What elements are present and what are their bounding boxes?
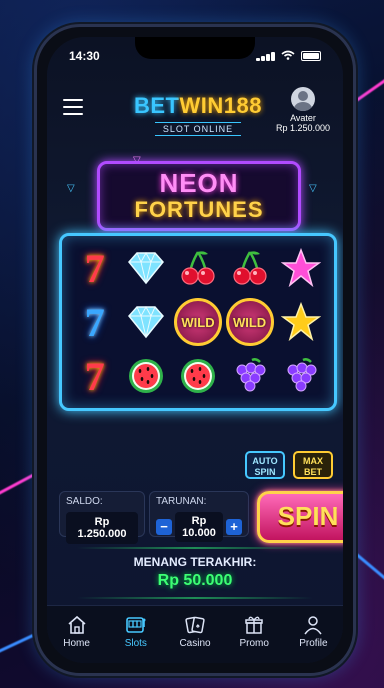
nav-label: Slots [124, 638, 147, 649]
decrease-bet-button[interactable]: − [156, 519, 172, 535]
nav-profile[interactable]: Profile [284, 606, 343, 663]
balance-label: SALDO: [66, 496, 103, 507]
seven-blue-symbol: 7 [70, 296, 120, 348]
notch [135, 37, 255, 59]
diamond-icon [122, 242, 172, 294]
wifi-icon [281, 49, 295, 63]
triangle-icon: ▽ [309, 183, 317, 194]
seven-red-symbol: 7 [70, 242, 120, 294]
watermelon-icon [122, 350, 172, 402]
auto-spin-button[interactable]: AUTO SPIN [245, 451, 285, 479]
cards-icon: ♠ [165, 614, 224, 636]
reels-frame: 7 7 WILD WILD 7 [59, 233, 337, 411]
last-win-label: MENANG TERAKHIR: [133, 555, 257, 569]
bottom-nav: Home Slots ♠ Casino Promo Profile [47, 605, 343, 663]
watermelon-icon [173, 350, 223, 402]
app-header: BETWIN188 SLOT ONLINE Avater Rp 1.250.00… [47, 81, 343, 151]
nav-label: Home [63, 638, 90, 649]
grapes-icon [225, 350, 275, 402]
brand-logo: BETWIN188 SLOT ONLINE [134, 93, 262, 136]
game-title-line1: NEON [159, 168, 239, 198]
user-name: Avater [290, 113, 316, 123]
nav-promo[interactable]: Promo [225, 606, 284, 663]
controls-panel: AUTO SPIN MAX BET SALDO: Rp 1.250.000 TA… [47, 451, 343, 571]
last-win: MENANG TERAKHIR: Rp 50.000 [47, 555, 343, 590]
grapes-icon [276, 350, 326, 402]
wild-badge: WILD [225, 298, 274, 346]
wild-symbol: WILD [225, 296, 275, 348]
avatar[interactable] [291, 87, 315, 111]
bet-box: TARUNAN: − Rp 10.000 + [149, 491, 249, 542]
nav-label: Casino [179, 638, 211, 649]
battery-icon [301, 51, 321, 61]
svg-text:♠: ♠ [196, 623, 200, 630]
seven-icon: 7 [84, 353, 105, 399]
cherry-icon [173, 242, 223, 294]
menu-icon[interactable] [63, 99, 83, 115]
wild-badge: WILD [173, 298, 222, 346]
user-profile[interactable]: Avater Rp 1.250.000 [267, 87, 339, 133]
divider [77, 547, 313, 549]
slot-game: ▽ ▽ ▽ NEON FORTUNES 77WILDWILD7 [47, 153, 343, 443]
star-pink-icon [276, 242, 326, 294]
user-icon [284, 614, 343, 636]
balance-box: SALDO: Rp 1.250.000 [59, 491, 145, 544]
wild-symbol: WILD [173, 296, 223, 348]
clock: 14:30 [69, 49, 100, 63]
seven-icon: 7 [84, 299, 105, 345]
home-icon [47, 614, 106, 636]
gift-icon [225, 614, 284, 636]
nav-slots[interactable]: Slots [106, 606, 165, 663]
balance-value: Rp 1.250.000 [66, 512, 138, 544]
reels-grid: 7 7 WILD WILD 7 [70, 242, 326, 402]
seven-red-symbol: 7 [70, 350, 120, 402]
cherry-icon [225, 242, 275, 294]
brand-subtitle: SLOT ONLINE [154, 122, 242, 136]
nav-casino[interactable]: ♠ Casino [165, 606, 224, 663]
nav-home[interactable]: Home [47, 606, 106, 663]
user-balance: Rp 1.250.000 [275, 123, 331, 133]
last-win-value: Rp 50.000 [157, 572, 233, 589]
increase-bet-button[interactable]: + [226, 519, 242, 535]
signal-icon [256, 51, 275, 61]
slot-machine-icon [106, 614, 165, 636]
triangle-icon: ▽ [67, 183, 75, 194]
bet-label: TARUNAN: [156, 496, 207, 507]
nav-label: Profile [299, 638, 328, 649]
star-gold-icon [276, 296, 326, 348]
seven-icon: 7 [84, 245, 105, 291]
nav-label: Promo [239, 638, 269, 649]
app-screen: 14:30 BETWIN188 SLOT ONLINE Avater Rp 1.… [47, 37, 343, 663]
diamond-icon [122, 296, 172, 348]
game-title-sign: NEON FORTUNES [97, 161, 301, 231]
spin-button[interactable]: SPIN [257, 491, 343, 543]
divider [77, 597, 313, 599]
bet-value: Rp 10.000 [175, 512, 223, 542]
game-title-line2: FORTUNES [134, 197, 264, 222]
phone-frame: 14:30 BETWIN188 SLOT ONLINE Avater Rp 1.… [34, 24, 356, 676]
max-bet-button[interactable]: MAX BET [293, 451, 333, 479]
